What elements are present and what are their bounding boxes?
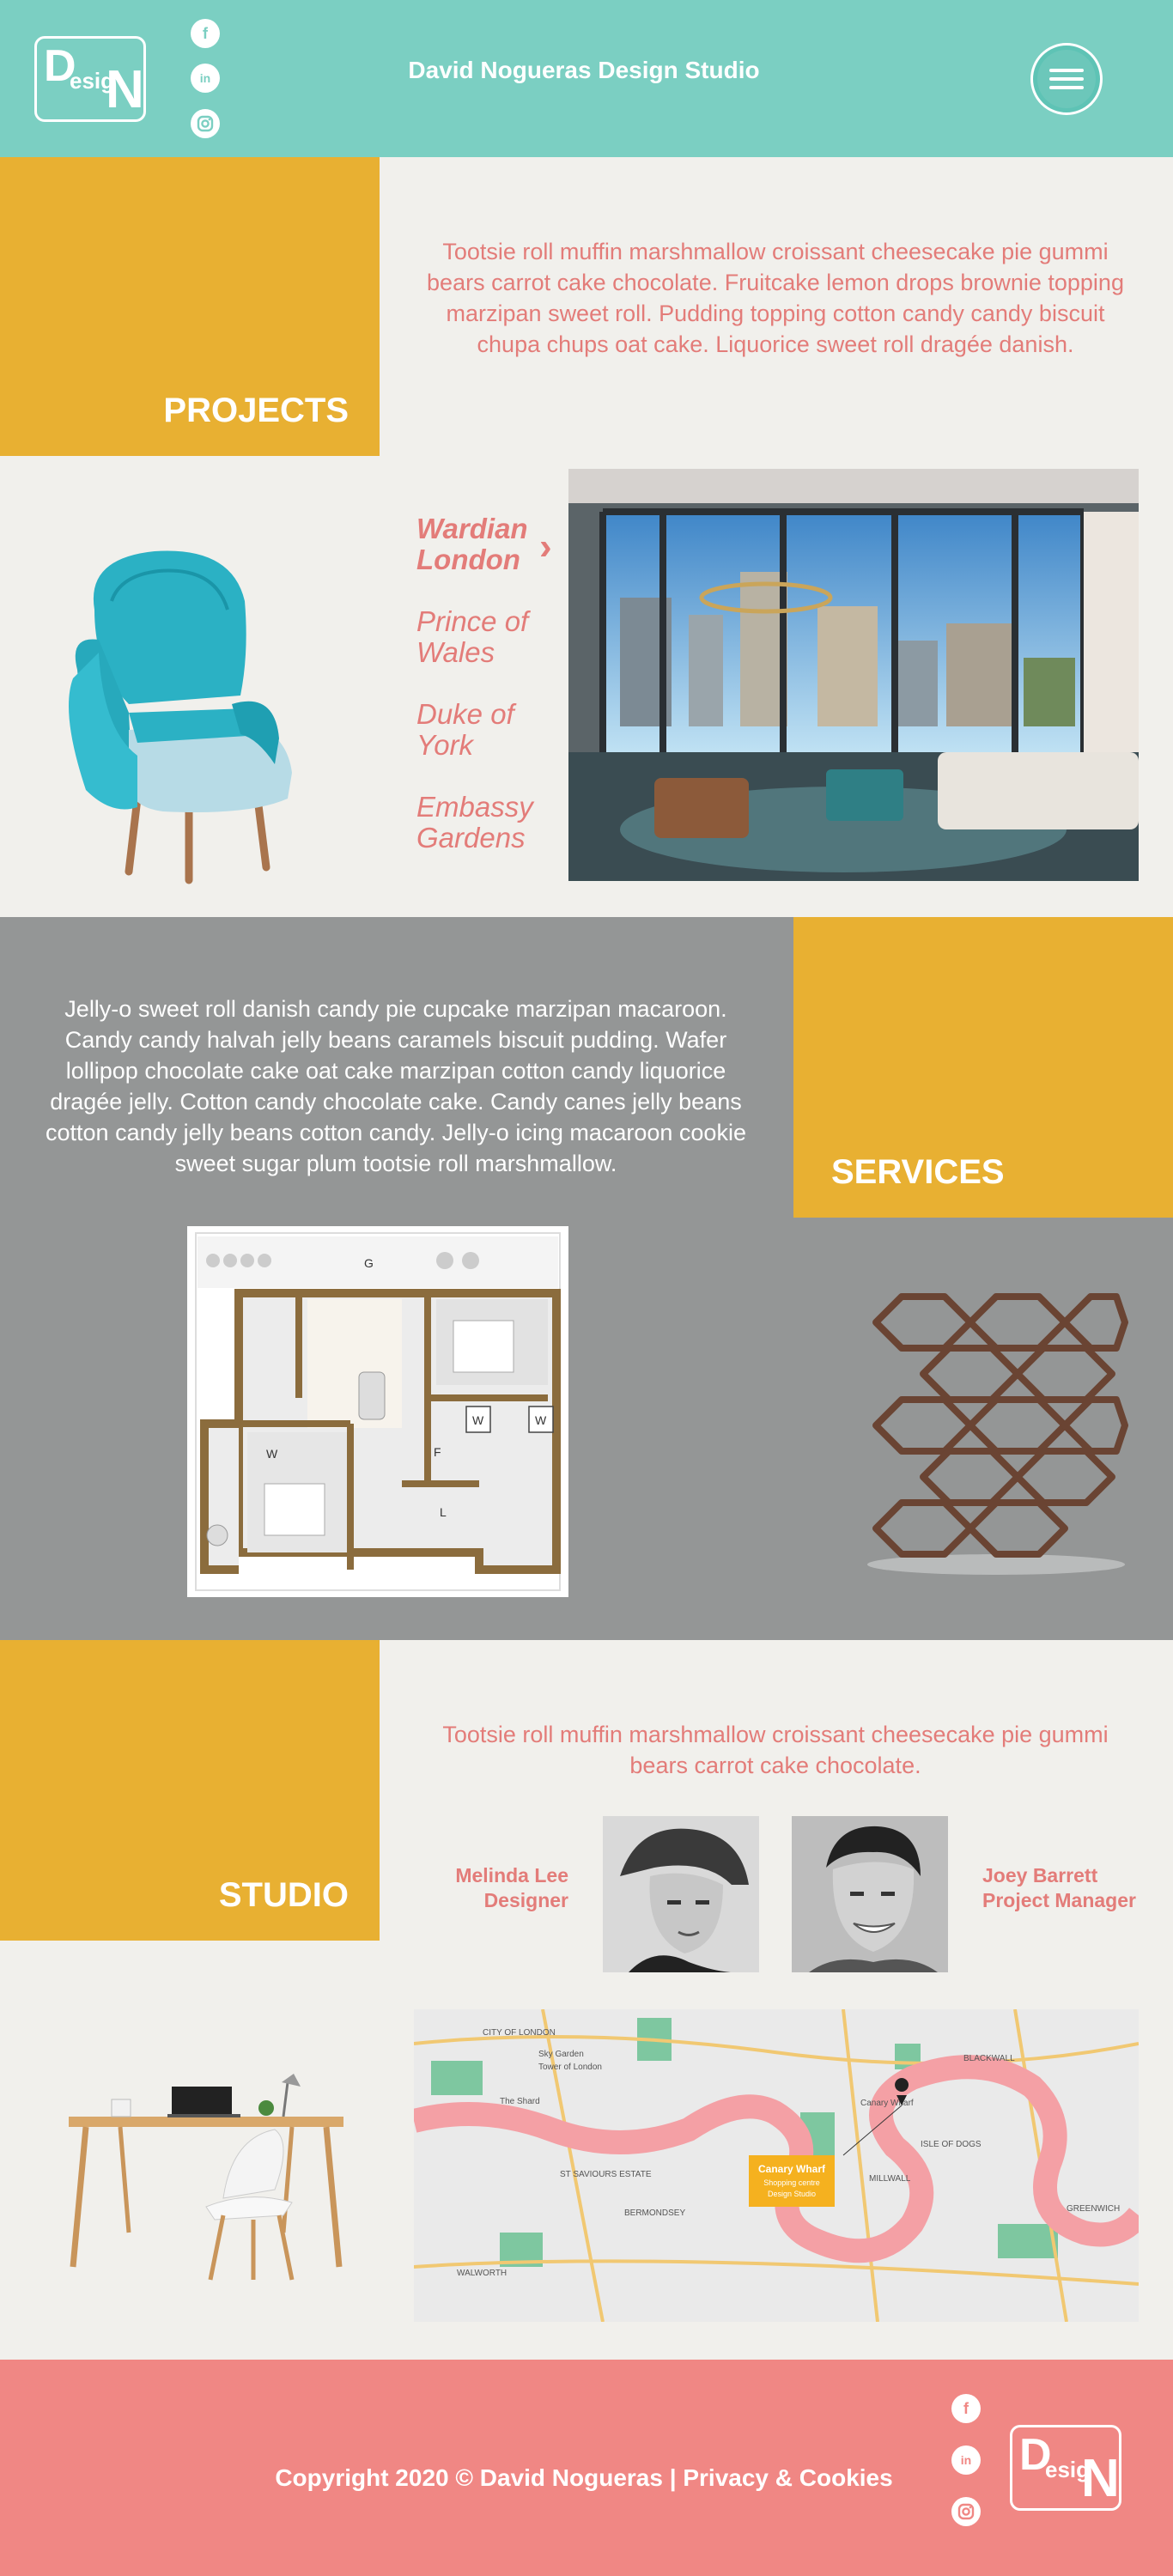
logo-letter-n: N [106, 60, 144, 119]
map-canvas: CITY OF LONDON Sky Garden Tower of Londo… [414, 2009, 1139, 2322]
map-callout-line: Shopping centre [763, 2178, 820, 2187]
project-link-line: Prince of [416, 605, 529, 637]
project-link-line: Wardian [416, 513, 528, 544]
map-label: The Shard [500, 2097, 540, 2106]
desk-image [69, 2074, 343, 2281]
facebook-icon[interactable]: f [951, 2394, 981, 2423]
map-callout-line: Design Studio [768, 2190, 816, 2198]
project-link-line: Gardens [416, 822, 526, 854]
floor-plan-label: W [266, 1447, 278, 1461]
active-project-arrow-icon: › [539, 526, 552, 568]
map-label: ST SAVIOURS ESTATE [560, 2170, 652, 2179]
instagram-glyph [957, 2503, 975, 2520]
footer-copyright[interactable]: Copyright 2020 © David Nogueras | Privac… [258, 2464, 910, 2492]
team-member-role: Project Manager [982, 1889, 1136, 1911]
project-link-line: Wales [416, 636, 495, 668]
floor-plan-label: W [535, 1413, 547, 1427]
menu-bar [1049, 77, 1084, 81]
linkedin-icon[interactable]: in [191, 64, 220, 93]
map-label: MILLWALL [869, 2174, 911, 2184]
melinda-lee-avatar [603, 1816, 759, 1972]
services-text: Jelly-o sweet roll danish candy pie cupc… [46, 996, 746, 1176]
logo-letter-n: N [1081, 2449, 1120, 2508]
site-title: David Nogueras Design Studio [408, 57, 760, 83]
joey-barrett-avatar [792, 1816, 948, 1972]
floor-plan-label: F [434, 1445, 441, 1459]
page: D esig N f in David Nogueras Design Stud… [0, 0, 1173, 2576]
map-label: ISLE OF DOGS [921, 2140, 982, 2149]
services-heading-block: SERVICES [793, 917, 1173, 1218]
project-interior-photo [568, 469, 1139, 881]
instagram-icon[interactable] [951, 2497, 981, 2526]
linkedin-icon[interactable]: in [951, 2445, 981, 2475]
map-label: BLACKWALL [963, 2054, 1015, 2063]
instagram-icon[interactable] [191, 109, 220, 138]
armchair-image [69, 550, 292, 884]
team-member-melinda: Melinda Lee Designer [404, 1863, 568, 1913]
map-label: WALWORTH [457, 2269, 507, 2278]
project-link-line: Duke of [416, 698, 514, 730]
team-member-name: Joey Barrett [982, 1864, 1098, 1886]
project-link-duke-of-york[interactable]: Duke of York [416, 699, 514, 761]
facebook-icon[interactable]: f [191, 19, 220, 48]
map-label: GREENWICH [1067, 2204, 1120, 2214]
floor-plan-label: G [364, 1256, 374, 1270]
floor-plan-label: W [472, 1413, 484, 1427]
footer-logo[interactable]: D esig N [1010, 2425, 1121, 2511]
map-label: CITY OF LONDON [483, 2028, 556, 2038]
map-callout-title: Canary Wharf [758, 2163, 826, 2175]
team-member-name: Melinda Lee [455, 1864, 568, 1886]
projects-intro: Tootsie roll muffin marshmallow croissan… [427, 239, 1124, 357]
map-label: Sky Garden [538, 2050, 584, 2059]
map-label: Tower of London [538, 2063, 602, 2072]
floor-plan-image: G W W W F L [187, 1226, 568, 1597]
floor-plan-label: L [440, 1505, 447, 1519]
site-header: D esig N f in David Nogueras Design Stud… [0, 0, 1173, 157]
studio-heading-block: STUDIO [0, 1640, 380, 1941]
team-member-role: Designer [483, 1889, 568, 1911]
project-link-line: London [416, 544, 520, 575]
project-link-line: Embassy [416, 791, 533, 823]
studio-intro: Tootsie roll muffin marshmallow croissan… [442, 1722, 1109, 1778]
projects-heading: PROJECTS [163, 392, 349, 429]
project-link-prince-of-wales[interactable]: Prince of Wales [416, 606, 528, 668]
hexagon-shelf-image [867, 1293, 1128, 1575]
project-link-line: York [416, 729, 474, 761]
studio-location-map[interactable]: CITY OF LONDON Sky Garden Tower of Londo… [414, 2009, 1139, 2322]
map-label: Canary Wharf [860, 2099, 914, 2108]
services-heading: SERVICES [831, 1153, 1005, 1191]
projects-heading-block: PROJECTS [0, 157, 380, 456]
studio-heading: STUDIO [218, 1876, 349, 1914]
menu-bar [1049, 86, 1084, 89]
project-link-wardian-london[interactable]: Wardian London [416, 513, 528, 575]
instagram-glyph [197, 115, 214, 132]
map-label: BERMONDSEY [624, 2208, 685, 2218]
hamburger-menu-button[interactable] [1030, 43, 1103, 115]
project-link-embassy-gardens[interactable]: Embassy Gardens [416, 792, 533, 854]
menu-bar [1049, 69, 1084, 72]
menu-icon [1037, 50, 1096, 108]
logo[interactable]: D esig N [34, 36, 146, 122]
team-member-joey: Joey Barrett Project Manager [982, 1863, 1154, 1913]
